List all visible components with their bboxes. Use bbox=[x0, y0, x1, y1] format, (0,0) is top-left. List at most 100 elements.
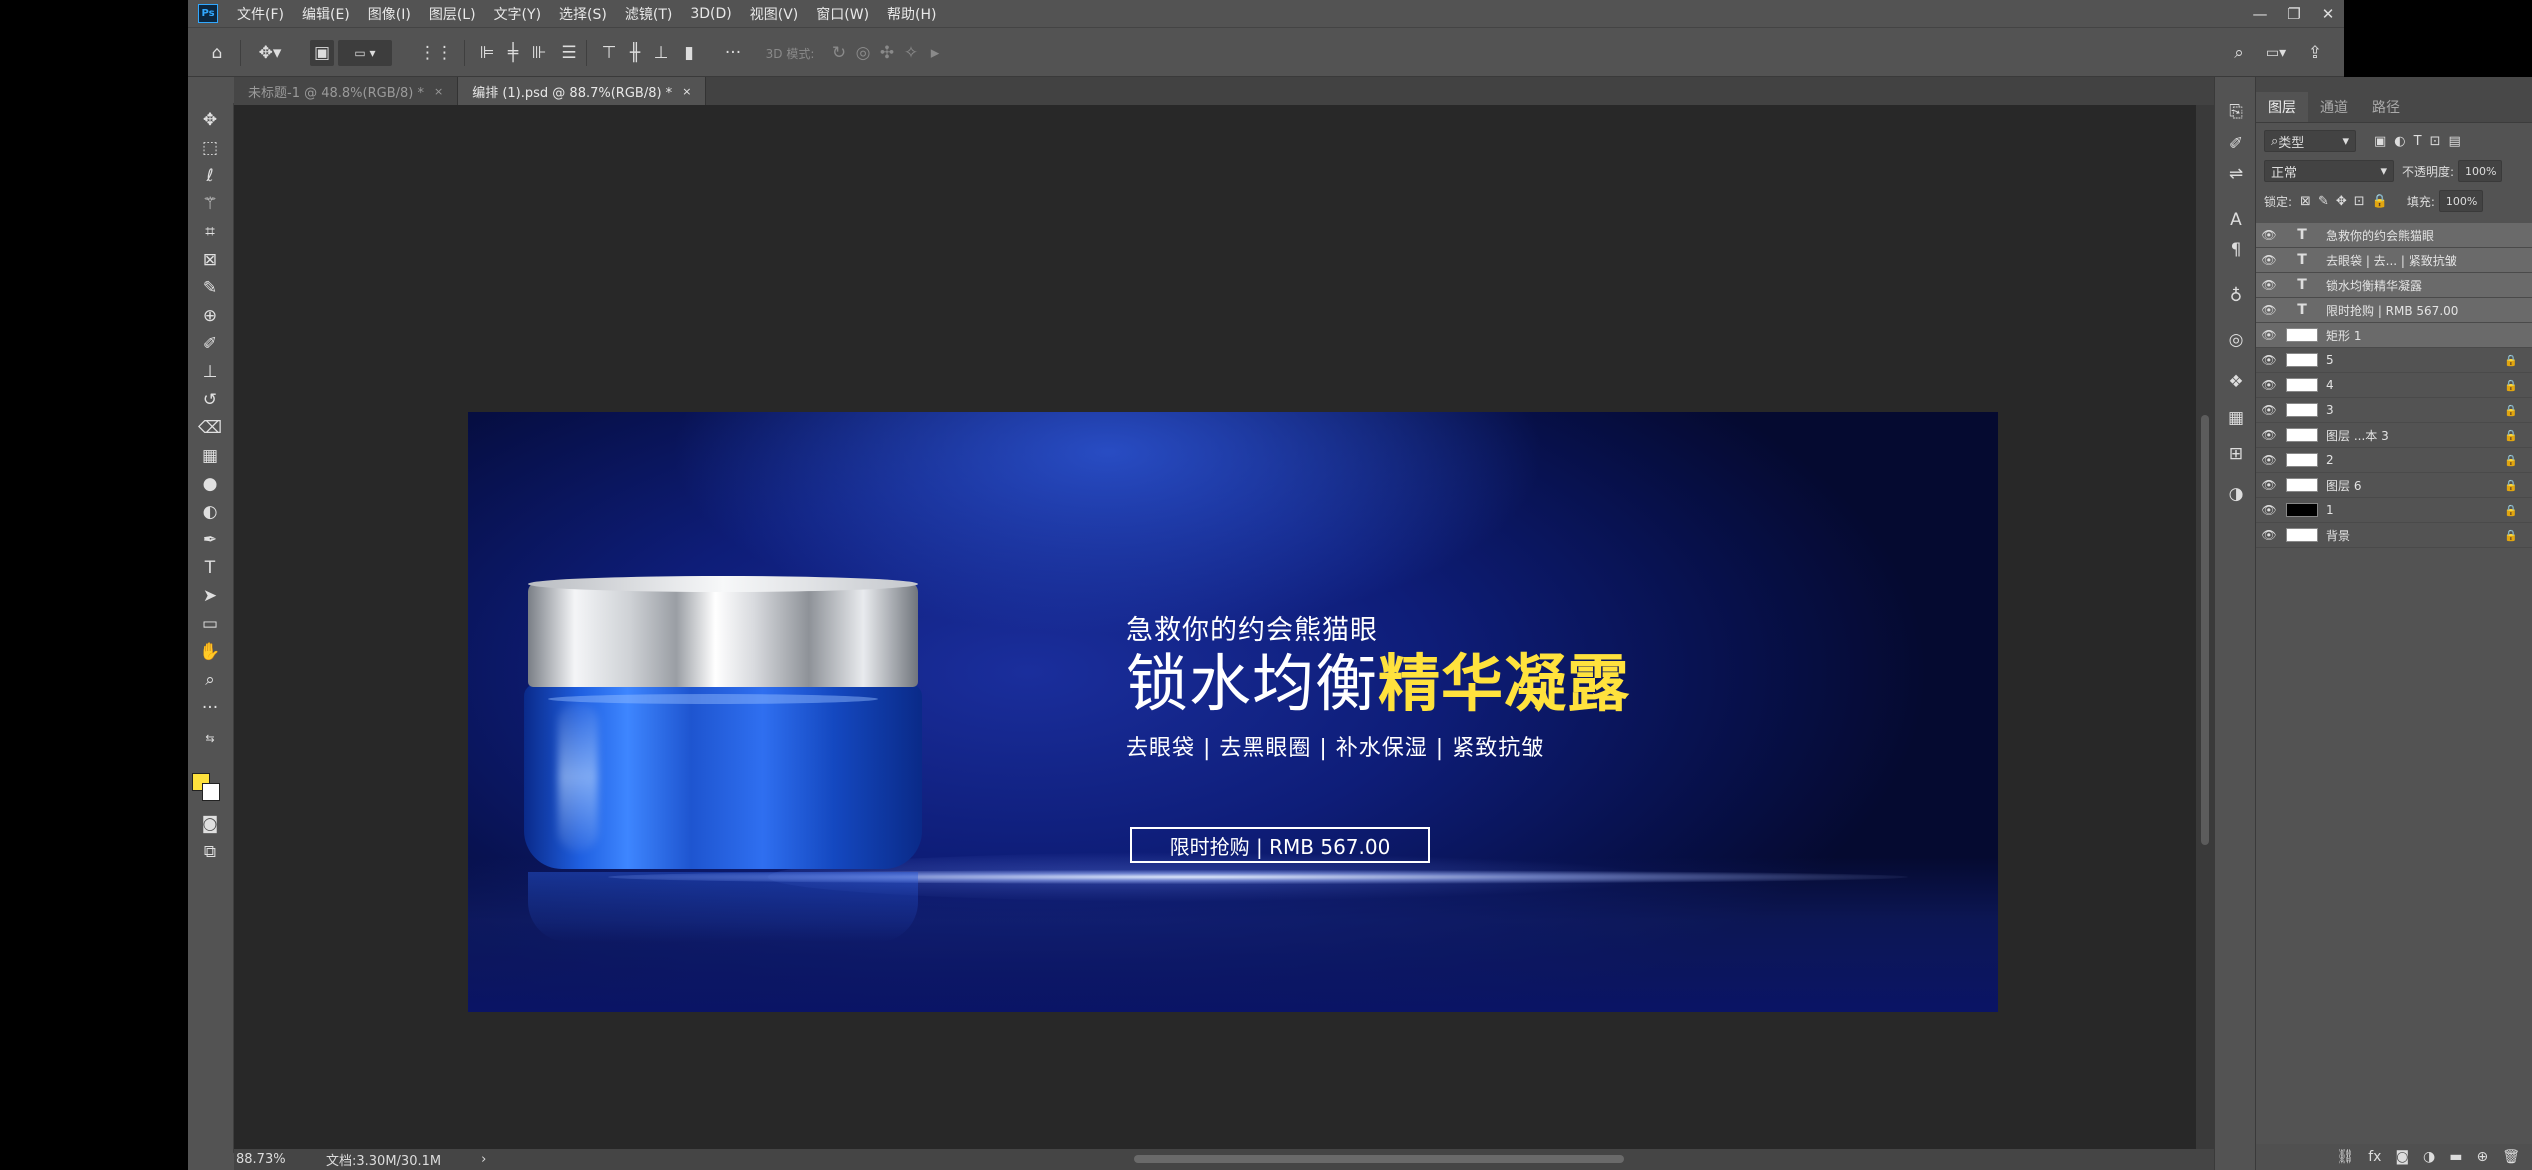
paragraph-panel-icon[interactable]: ¶ bbox=[2220, 237, 2252, 263]
workspace-icon[interactable]: ▭▾ bbox=[2258, 40, 2294, 66]
close-icon[interactable]: × bbox=[434, 85, 443, 98]
pen-tool-icon[interactable]: ✒ bbox=[194, 527, 226, 553]
path-selection-tool-icon[interactable]: ➤ bbox=[194, 583, 226, 609]
layer-name[interactable]: 5 bbox=[2326, 353, 2334, 367]
align-top-icon[interactable]: ⊤ bbox=[598, 40, 620, 66]
visibility-eye-icon[interactable]: 👁 bbox=[2256, 353, 2282, 367]
layer-row[interactable]: 👁 T 限时抢购 | RMB 567.00 bbox=[2256, 298, 2532, 323]
auto-select-icon[interactable]: ▣ bbox=[310, 40, 334, 66]
new-layer-icon[interactable]: ⊕ bbox=[2476, 1149, 2488, 1165]
layer-name[interactable]: 2 bbox=[2326, 453, 2334, 467]
horizontal-scrollbar[interactable] bbox=[1134, 1155, 1624, 1163]
layer-name[interactable]: 图层 ...本 3 bbox=[2326, 427, 2389, 444]
background-color-swatch[interactable] bbox=[202, 783, 220, 801]
move-tool-preset-icon[interactable]: ✥▾ bbox=[250, 40, 290, 66]
eyedropper-tool-icon[interactable]: ✎ bbox=[194, 275, 226, 301]
visibility-eye-icon[interactable]: 👁 bbox=[2256, 503, 2282, 517]
transform-controls-icon[interactable]: ⋮⋮ bbox=[419, 40, 453, 66]
layer-name[interactable]: 限时抢购 | RMB 567.00 bbox=[2326, 302, 2458, 319]
rectangle-tool-icon[interactable]: ▭ bbox=[194, 611, 226, 637]
healing-brush-tool-icon[interactable]: ⊕ bbox=[194, 303, 226, 329]
eraser-tool-icon[interactable]: ⌫ bbox=[194, 415, 226, 441]
color-panel-icon[interactable]: ♁ bbox=[2220, 283, 2252, 309]
layer-row[interactable]: 👁 T 锁水均衡精华凝露 bbox=[2256, 273, 2532, 298]
layer-row[interactable]: 👁 T 去眼袋 | 去... | 紧致抗皱 bbox=[2256, 248, 2532, 273]
add-mask-icon[interactable]: ◙ bbox=[2395, 1149, 2409, 1165]
layer-name[interactable]: 3 bbox=[2326, 403, 2334, 417]
opacity-field[interactable]: 100% bbox=[2458, 160, 2503, 182]
history-brush-tool-icon[interactable]: ↺ bbox=[194, 387, 226, 413]
layer-row[interactable]: 👁 矩形 1 bbox=[2256, 323, 2532, 348]
gradient-tool-icon[interactable]: ▦ bbox=[194, 443, 226, 469]
layer-name[interactable]: 图层 6 bbox=[2326, 477, 2361, 494]
layer-style-icon[interactable]: fx bbox=[2368, 1149, 2381, 1165]
frame-tool-icon[interactable]: ⊠ bbox=[194, 247, 226, 273]
swap-colors-icon[interactable]: ⇆ bbox=[194, 725, 226, 751]
history-panel-icon[interactable]: ⎘ bbox=[2220, 99, 2252, 125]
fill-field[interactable]: 100% bbox=[2438, 190, 2483, 212]
zoom-level[interactable]: 88.73% bbox=[236, 1152, 316, 1167]
layer-row[interactable]: 👁 2 🔒 bbox=[2256, 448, 2532, 473]
filter-type-icons[interactable]: ▣◐T⊡▤ bbox=[2374, 134, 2469, 149]
tab-channels[interactable]: 通道 bbox=[2308, 92, 2360, 122]
menu-filter[interactable]: 滤镜(T) bbox=[625, 4, 672, 24]
move-tool-icon[interactable]: ✥ bbox=[194, 107, 226, 133]
menu-help[interactable]: 帮助(H) bbox=[887, 4, 936, 24]
adjustments-icon[interactable]: ⇌ bbox=[2220, 161, 2252, 187]
dodge-tool-icon[interactable]: ◐ bbox=[194, 499, 226, 525]
layer-row[interactable]: 👁 图层 6 🔒 bbox=[2256, 473, 2532, 498]
blend-mode-dropdown[interactable]: 正常 ▾ bbox=[2264, 160, 2394, 182]
layer-name[interactable]: 锁水均衡精华凝露 bbox=[2326, 277, 2422, 294]
layer-name[interactable]: 去眼袋 | 去... | 紧致抗皱 bbox=[2326, 252, 2457, 269]
visibility-eye-icon[interactable]: 👁 bbox=[2256, 478, 2282, 492]
vertical-scrollbar[interactable] bbox=[2196, 105, 2214, 1149]
quick-mask-icon[interactable]: ◙ bbox=[194, 811, 226, 837]
distribute-vertical-icon[interactable]: ▮ bbox=[678, 40, 700, 66]
brush-tool-icon[interactable]: ✐ bbox=[194, 331, 226, 357]
edit-toolbar-icon[interactable]: ··· bbox=[194, 695, 226, 721]
menu-view[interactable]: 视图(V) bbox=[750, 4, 799, 24]
layer-row[interactable]: 👁 T 急救你的约会熊猫眼 bbox=[2256, 223, 2532, 248]
visibility-eye-icon[interactable]: 👁 bbox=[2256, 428, 2282, 442]
restore-button[interactable]: ❐ bbox=[2276, 0, 2312, 27]
layer-name[interactable]: 4 bbox=[2326, 378, 2334, 392]
share-icon[interactable]: ⇪ bbox=[2302, 40, 2328, 66]
menu-file[interactable]: 文件(F) bbox=[237, 4, 284, 24]
tab-banner-psd[interactable]: 编排 (1).psd @ 88.7%(RGB/8) * × bbox=[458, 77, 707, 105]
libraries-icon[interactable]: ❖ bbox=[2220, 369, 2252, 395]
more-options-icon[interactable]: ··· bbox=[718, 40, 748, 66]
visibility-eye-icon[interactable]: 👁 bbox=[2256, 303, 2282, 317]
menu-select[interactable]: 选择(S) bbox=[559, 4, 607, 24]
status-menu-arrow[interactable]: › bbox=[481, 1152, 486, 1167]
canvas-area[interactable]: 急救你的约会熊猫眼 锁水均衡精华凝露 去眼袋 | 去黑眼圈 | 补水保湿 | 紧… bbox=[234, 105, 2196, 1149]
tab-layers[interactable]: 图层 bbox=[2256, 92, 2308, 122]
layer-row[interactable]: 👁 1 🔒 bbox=[2256, 498, 2532, 523]
crop-tool-icon[interactable]: ⌗ bbox=[194, 219, 226, 245]
clone-stamp-tool-icon[interactable]: ⊥ bbox=[194, 359, 226, 385]
close-window-button[interactable]: ✕ bbox=[2310, 0, 2346, 27]
zoom-tool-icon[interactable]: ⌕ bbox=[194, 667, 226, 693]
layer-name[interactable]: 背景 bbox=[2326, 527, 2350, 544]
tab-paths[interactable]: 路径 bbox=[2360, 92, 2412, 122]
visibility-eye-icon[interactable]: 👁 bbox=[2256, 328, 2282, 342]
menu-layer[interactable]: 图层(L) bbox=[429, 4, 476, 24]
menu-image[interactable]: 图像(I) bbox=[368, 4, 411, 24]
align-right-icon[interactable]: ⊪ bbox=[528, 40, 550, 66]
delete-layer-icon[interactable]: 🗑 bbox=[2502, 1149, 2520, 1165]
search-icon[interactable]: ⌕ bbox=[2226, 40, 2252, 66]
scroll-thumb[interactable] bbox=[2201, 415, 2209, 845]
menu-window[interactable]: 窗口(W) bbox=[816, 4, 869, 24]
visibility-eye-icon[interactable]: 👁 bbox=[2256, 453, 2282, 467]
type-tool-icon[interactable]: T bbox=[194, 555, 226, 581]
auto-select-dropdown[interactable]: ▭ ▾ bbox=[338, 40, 392, 66]
magic-wand-tool-icon[interactable]: ⚚ bbox=[194, 191, 226, 217]
layer-name[interactable]: 矩形 1 bbox=[2326, 327, 2361, 344]
menu-type[interactable]: 文字(Y) bbox=[494, 4, 541, 24]
layer-row[interactable]: 👁 图层 ...本 3 🔒 bbox=[2256, 423, 2532, 448]
layer-name[interactable]: 急救你的约会熊猫眼 bbox=[2326, 227, 2434, 244]
swatches-icon[interactable]: ◎ bbox=[2220, 327, 2252, 353]
align-bottom-icon[interactable]: ⊥ bbox=[650, 40, 672, 66]
layer-row[interactable]: 👁 背景 🔒 bbox=[2256, 523, 2532, 548]
lasso-tool-icon[interactable]: ℓ bbox=[194, 163, 226, 189]
brush-settings-icon[interactable]: ✐ bbox=[2220, 131, 2252, 157]
